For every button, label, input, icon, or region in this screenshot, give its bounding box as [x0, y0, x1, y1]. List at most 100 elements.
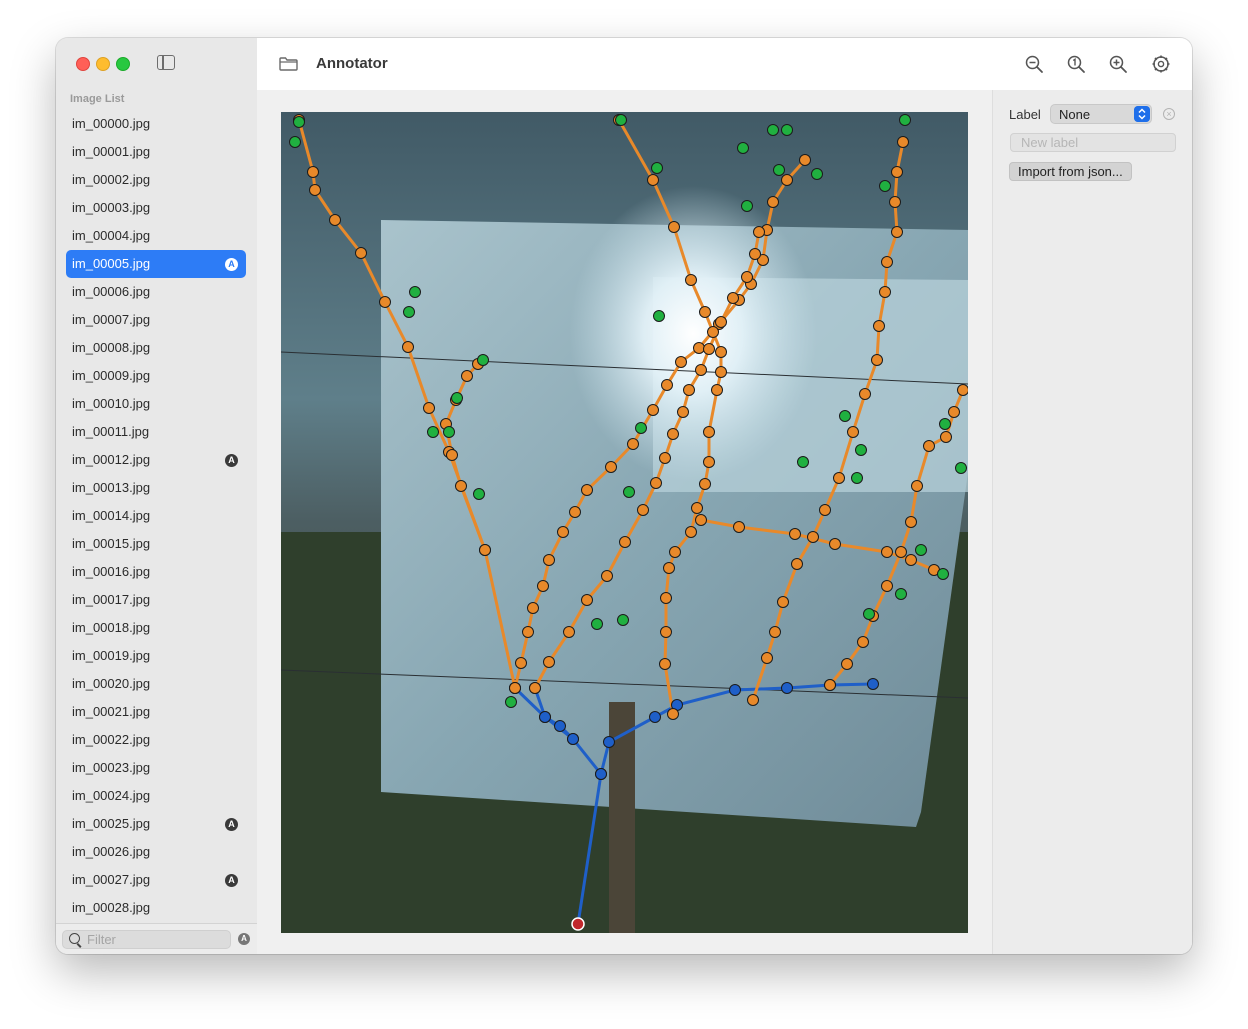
- image-list-item[interactable]: im_00020.jpg: [66, 670, 246, 698]
- keypoint[interactable]: [847, 426, 859, 438]
- keypoint[interactable]: [601, 570, 613, 582]
- keypoint[interactable]: [663, 562, 675, 574]
- image-list-item[interactable]: im_00008.jpg: [66, 334, 246, 362]
- keypoint[interactable]: [402, 341, 414, 353]
- keypoint[interactable]: [871, 354, 883, 366]
- keypoint[interactable]: [881, 256, 893, 268]
- keypoint[interactable]: [647, 404, 659, 416]
- leaf-keypoint[interactable]: [741, 200, 753, 212]
- keypoint[interactable]: [905, 554, 917, 566]
- keypoint[interactable]: [715, 316, 727, 328]
- keypoint[interactable]: [329, 214, 341, 226]
- leaf-keypoint[interactable]: [451, 392, 463, 404]
- keypoint[interactable]: [479, 544, 491, 556]
- leaf-keypoint[interactable]: [797, 456, 809, 468]
- image-list-item[interactable]: im_00012.jpg A: [66, 446, 246, 474]
- image-list-item[interactable]: im_00016.jpg: [66, 558, 246, 586]
- leaf-keypoint[interactable]: [915, 544, 927, 556]
- keypoint[interactable]: [659, 452, 671, 464]
- leaf-keypoint[interactable]: [477, 354, 489, 366]
- image-list-item[interactable]: im_00026.jpg: [66, 838, 246, 866]
- zoom-out-icon[interactable]: [1024, 54, 1044, 74]
- leaf-keypoint[interactable]: [863, 608, 875, 620]
- keypoint[interactable]: [699, 306, 711, 318]
- image-list-item[interactable]: im_00019.jpg: [66, 642, 246, 670]
- keypoint[interactable]: [881, 546, 893, 558]
- image-list-item[interactable]: im_00014.jpg: [66, 502, 246, 530]
- keypoint[interactable]: [650, 477, 662, 489]
- zoom-in-icon[interactable]: [1108, 54, 1128, 74]
- keypoint[interactable]: [729, 684, 741, 696]
- keypoint[interactable]: [379, 296, 391, 308]
- keypoint[interactable]: [703, 456, 715, 468]
- leaf-keypoint[interactable]: [651, 162, 663, 174]
- image-list-item[interactable]: im_00010.jpg: [66, 390, 246, 418]
- keypoint[interactable]: [647, 174, 659, 186]
- keypoint[interactable]: [695, 364, 707, 376]
- keypoint[interactable]: [695, 514, 707, 526]
- keypoint[interactable]: [715, 346, 727, 358]
- keypoint[interactable]: [733, 521, 745, 533]
- keypoint[interactable]: [605, 461, 617, 473]
- keypoint[interactable]: [769, 626, 781, 638]
- keypoint[interactable]: [923, 440, 935, 452]
- image-list-item[interactable]: im_00009.jpg: [66, 362, 246, 390]
- keypoint[interactable]: [539, 711, 551, 723]
- keypoint[interactable]: [660, 626, 672, 638]
- keypoint[interactable]: [905, 516, 917, 528]
- keypoint[interactable]: [668, 221, 680, 233]
- image-list-item[interactable]: im_00007.jpg: [66, 306, 246, 334]
- leaf-keypoint[interactable]: [839, 410, 851, 422]
- keypoint[interactable]: [824, 679, 836, 691]
- keypoint[interactable]: [307, 166, 319, 178]
- image-list-item[interactable]: im_00015.jpg: [66, 530, 246, 558]
- leaf-keypoint[interactable]: [767, 124, 779, 136]
- image-list-item[interactable]: im_00022.jpg: [66, 726, 246, 754]
- leaf-keypoint[interactable]: [899, 114, 911, 126]
- keypoint[interactable]: [627, 438, 639, 450]
- keypoint[interactable]: [911, 480, 923, 492]
- image-list-item[interactable]: im_00001.jpg: [66, 138, 246, 166]
- keypoint[interactable]: [895, 546, 907, 558]
- keypoint[interactable]: [873, 320, 885, 332]
- keypoint[interactable]: [685, 274, 697, 286]
- keypoint[interactable]: [659, 658, 671, 670]
- leaf-keypoint[interactable]: [851, 472, 863, 484]
- keypoint[interactable]: [693, 342, 705, 354]
- actual-size-icon[interactable]: [1066, 54, 1086, 74]
- leaf-keypoint[interactable]: [615, 114, 627, 126]
- leaf-keypoint[interactable]: [293, 116, 305, 128]
- keypoint[interactable]: [699, 478, 711, 490]
- keypoint[interactable]: [833, 472, 845, 484]
- image-list-item[interactable]: im_00000.jpg: [66, 110, 246, 138]
- keypoint[interactable]: [669, 546, 681, 558]
- keypoint[interactable]: [881, 580, 893, 592]
- keypoint[interactable]: [667, 428, 679, 440]
- image-list-item[interactable]: im_00021.jpg: [66, 698, 246, 726]
- keypoint[interactable]: [761, 652, 773, 664]
- leaf-keypoint[interactable]: [617, 614, 629, 626]
- leaf-keypoint[interactable]: [473, 488, 485, 500]
- image-list-item[interactable]: im_00011.jpg: [66, 418, 246, 446]
- image-list-item[interactable]: im_00023.jpg: [66, 754, 246, 782]
- image-list-item[interactable]: im_00002.jpg: [66, 166, 246, 194]
- keypoint[interactable]: [595, 768, 607, 780]
- import-json-button[interactable]: Import from json...: [1009, 162, 1132, 181]
- keypoint[interactable]: [685, 526, 697, 538]
- keypoint[interactable]: [715, 366, 727, 378]
- leaf-keypoint[interactable]: [895, 588, 907, 600]
- keypoint[interactable]: [891, 166, 903, 178]
- keypoint[interactable]: [867, 678, 879, 690]
- image-list-item[interactable]: im_00018.jpg: [66, 614, 246, 642]
- keypoint[interactable]: [637, 504, 649, 516]
- filter-field[interactable]: [62, 930, 231, 949]
- keypoint[interactable]: [455, 480, 467, 492]
- leaf-keypoint[interactable]: [773, 164, 785, 176]
- keypoint[interactable]: [777, 596, 789, 608]
- keypoint[interactable]: [691, 502, 703, 514]
- leaf-keypoint[interactable]: [623, 486, 635, 498]
- keypoint[interactable]: [727, 292, 739, 304]
- keypoint[interactable]: [554, 720, 566, 732]
- settings-icon[interactable]: [1151, 54, 1171, 74]
- image-list-item[interactable]: im_00025.jpg A: [66, 810, 246, 838]
